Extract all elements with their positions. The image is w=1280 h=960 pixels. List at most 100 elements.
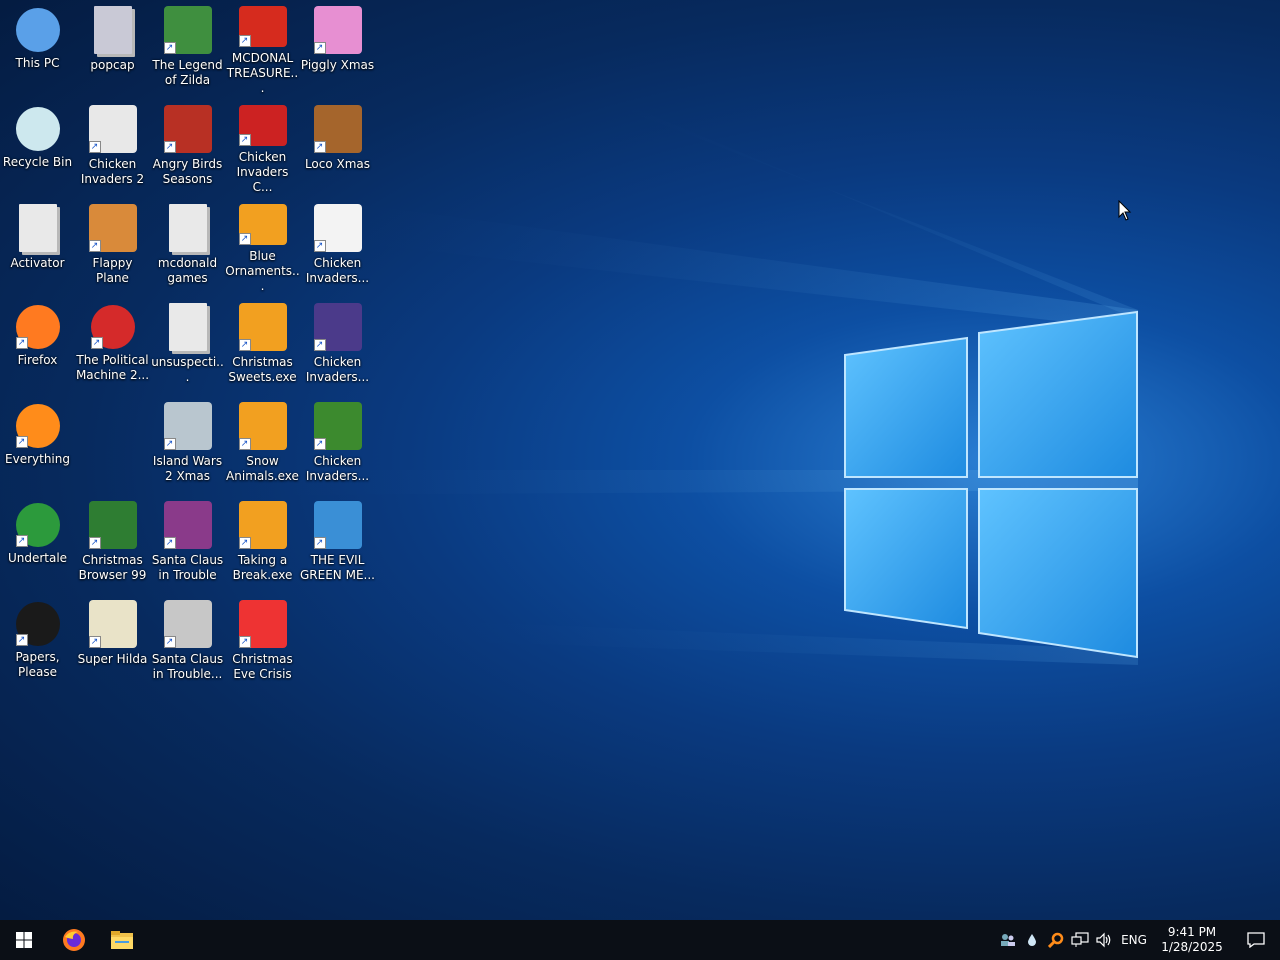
desktop-icon-label: Chicken Invaders 2 — [80, 157, 145, 186]
shortcut-arrow-icon: ↗ — [15, 634, 28, 646]
desktop-icon[interactable]: unsuspecti... — [150, 297, 225, 393]
tray-clock[interactable]: 9:41 PM 1/28/2025 — [1152, 925, 1232, 955]
desktop-icon[interactable]: ↗ Piggly Xmas — [300, 0, 375, 96]
desktop-icon[interactable]: ↗ Chicken Invaders 2 — [75, 99, 150, 195]
messenger-icon: ↗ — [313, 501, 362, 549]
shortcut-arrow-icon: ↗ — [313, 339, 326, 351]
desktop-icon[interactable]: ↗ THE EVIL GREEN ME... — [300, 495, 375, 591]
shortcut-arrow-icon: ↗ — [88, 240, 101, 252]
app-icon: ↗ — [238, 501, 287, 549]
desktop-icon[interactable]: ↗ Firefox — [0, 297, 75, 393]
desktop-icon[interactable]: ↗ Christmas Browser 99 — [75, 495, 150, 591]
santa-icon: ↗ — [163, 501, 212, 549]
taskbar-file-explorer-button[interactable] — [98, 920, 146, 960]
angry-birds-icon: ↗ — [163, 105, 212, 153]
desktop-icon-label: Island Wars 2 Xmas — [152, 454, 223, 483]
desktop-icon[interactable]: ↗ Super Hilda — [75, 594, 150, 690]
notification-icon — [1247, 932, 1265, 948]
desktop-icon-label: Chicken Invaders... — [305, 454, 370, 483]
desktop-icon[interactable]: ↗ The Political Machine 2... — [75, 297, 150, 393]
desktop-icon-label: Snow Animals.exe — [226, 454, 299, 483]
desktop-icon-label: Super Hilda — [77, 652, 148, 666]
tray-language-indicator[interactable]: ENG — [1116, 933, 1152, 947]
political-icon: ↗ — [90, 305, 135, 349]
desktop-icon[interactable]: ↗ MCDONAL TREASURE... — [225, 0, 300, 96]
folder-icon — [93, 6, 132, 54]
shortcut-arrow-icon: ↗ — [238, 233, 251, 245]
desktop-icon-label: Angry Birds Seasons — [152, 157, 223, 186]
desktop-icon-label: Chicken Invaders C... — [236, 150, 289, 194]
shortcut-arrow-icon: ↗ — [238, 339, 251, 351]
desktop-icon[interactable]: ↗ Taking a Break.exe — [225, 495, 300, 591]
shortcut-arrow-icon: ↗ — [313, 537, 326, 549]
desktop-icon[interactable]: ↗ Christmas Sweets.exe — [225, 297, 300, 393]
desktop-icon[interactable]: ↗ Blue Ornaments... — [225, 198, 300, 294]
desktop-icon[interactable]: ↗ Everything — [0, 396, 75, 492]
desktop-icon-label: THE EVIL GREEN ME... — [300, 553, 375, 582]
search-icon: ↗ — [15, 404, 60, 448]
desktop-icon[interactable]: ↗ Chicken Invaders C... — [225, 99, 300, 195]
desktop-icon[interactable]: ↗ Chicken Invaders... — [300, 396, 375, 492]
shortcut-arrow-icon: ↗ — [163, 42, 176, 54]
tray-network-users-icon[interactable] — [996, 920, 1020, 960]
desktop-icon-label: Everything — [5, 452, 70, 466]
santa-icon: ↗ — [238, 600, 287, 648]
desktop-icon[interactable]: ↗ Santa Claus in Trouble... — [150, 594, 225, 690]
chicken-icon: ↗ — [313, 303, 362, 351]
tray-volume-icon[interactable] — [1092, 920, 1116, 960]
tray-everything-search-icon[interactable] — [1044, 920, 1068, 960]
desktop-icon[interactable]: ↗ Island Wars 2 Xmas — [150, 396, 225, 492]
desktop-icon[interactable]: This PC — [0, 0, 75, 96]
chicken-icon: ↗ — [88, 105, 137, 153]
bear-icon: ↗ — [313, 105, 362, 153]
tray-time: 9:41 PM — [1167, 925, 1217, 939]
desktop-icon[interactable]: ↗ Undertale — [0, 495, 75, 591]
windows-logo-icon — [16, 932, 32, 948]
mcdonalds-icon: ↗ — [238, 6, 287, 47]
desktop-icon-label: Santa Claus in Trouble — [151, 553, 224, 582]
desktop-icon[interactable]: Recycle Bin — [0, 99, 75, 195]
chicken-icon: ↗ — [313, 402, 362, 450]
desktop-icon[interactable]: popcap — [75, 0, 150, 96]
shortcut-arrow-icon: ↗ — [163, 636, 176, 648]
desktop-icon[interactable]: Activator — [0, 198, 75, 294]
desktop-icon[interactable]: ↗ Chicken Invaders... — [300, 198, 375, 294]
desktop-icon-label: Blue Ornaments... — [225, 249, 300, 293]
desktop-icon-label: Santa Claus in Trouble... — [151, 652, 224, 681]
desktop-icon-label: Flappy Plane — [92, 256, 133, 285]
desktop-icon[interactable]: ↗ Loco Xmas — [300, 99, 375, 195]
desktop-icon[interactable]: mcdonald games — [150, 198, 225, 294]
taskbar-firefox-button[interactable] — [50, 920, 98, 960]
desktop-icon[interactable]: ↗ Papers, Please — [0, 594, 75, 690]
desktop-icon-label: Christmas Browser 99 — [78, 553, 147, 582]
tray-network-icon[interactable] — [1068, 920, 1092, 960]
game-icon: ↗ — [88, 204, 137, 252]
desktop-icon-label: Christmas Sweets.exe — [228, 355, 297, 384]
desktop-icon[interactable]: ↗ Santa Claus in Trouble — [150, 495, 225, 591]
desktop-icon-label: Recycle Bin — [2, 155, 73, 169]
desktop-icon[interactable]: ↗ Angry Birds Seasons — [150, 99, 225, 195]
shortcut-arrow-icon: ↗ — [163, 537, 176, 549]
action-center-button[interactable] — [1232, 920, 1280, 960]
shortcut-arrow-icon: ↗ — [313, 42, 326, 54]
taskbar: ENG 9:41 PM 1/28/2025 — [0, 920, 1280, 960]
desktop-icon[interactable]: ↗ Chicken Invaders... — [300, 297, 375, 393]
file-icon — [18, 204, 57, 252]
desktop-icon[interactable]: ↗ Flappy Plane — [75, 198, 150, 294]
santa-icon: ↗ — [163, 600, 212, 648]
start-button[interactable] — [0, 920, 48, 960]
desktop-icon-label: Chicken Invaders... — [305, 256, 370, 285]
desktop-icon-label: MCDONAL TREASURE... — [226, 51, 299, 95]
desktop-icon-label: Christmas Eve Crisis — [232, 652, 293, 681]
desktop-icon-label: Chicken Invaders... — [305, 355, 370, 384]
island-icon: ↗ — [163, 402, 212, 450]
desktop-icon-label: The Legend of Zilda — [152, 58, 223, 87]
shortcut-arrow-icon: ↗ — [15, 337, 28, 349]
desktop-icon[interactable]: ↗ Snow Animals.exe — [225, 396, 300, 492]
desktop-icon[interactable]: ↗ The Legend of Zilda — [150, 0, 225, 96]
shortcut-arrow-icon: ↗ — [238, 636, 251, 648]
desktop-icon[interactable]: ↗ Christmas Eve Crisis — [225, 594, 300, 690]
shortcut-arrow-icon: ↗ — [238, 537, 251, 549]
firefox-icon: ↗ — [15, 305, 60, 349]
tray-drop-icon[interactable] — [1020, 920, 1044, 960]
